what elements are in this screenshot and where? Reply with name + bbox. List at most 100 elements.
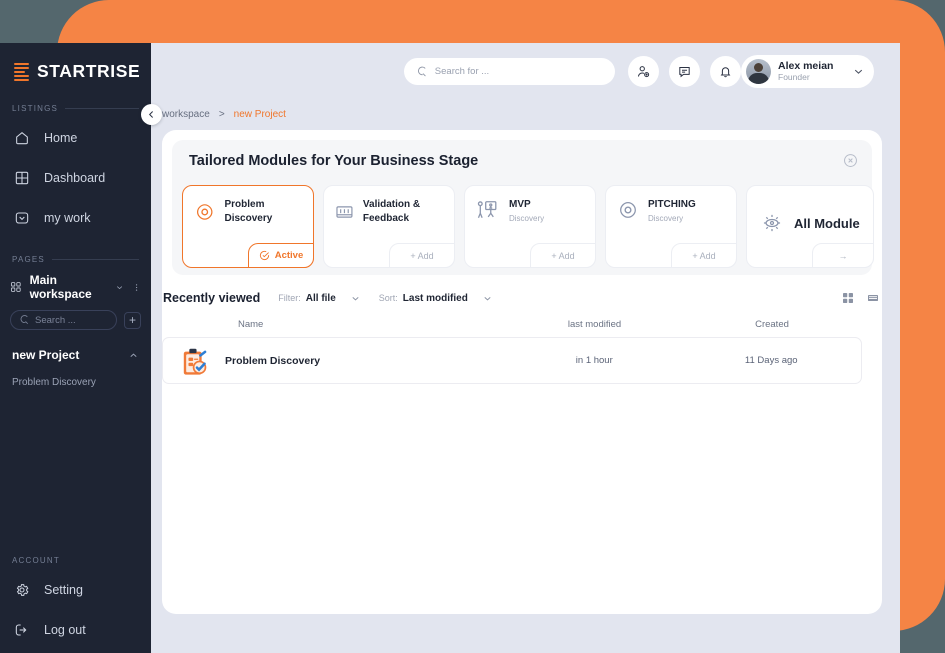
column-header-created: Created	[755, 319, 789, 330]
filter-control[interactable]: Filter: All file	[278, 293, 361, 304]
search-icon	[20, 315, 29, 325]
module-card-mvp[interactable]: MVP Discovery + Add	[464, 185, 596, 268]
module-name: MVP	[509, 199, 531, 210]
all-module-arrow-chip[interactable]: →	[812, 243, 874, 268]
sidebar-item-dashboard[interactable]: Dashboard	[0, 163, 151, 193]
global-search[interactable]	[404, 58, 615, 85]
squares-icon	[11, 282, 21, 292]
logout-icon	[15, 624, 27, 636]
module-add-chip[interactable]: + Add	[671, 243, 737, 268]
chevron-up-icon[interactable]	[128, 350, 139, 361]
topbar: Alex meian Founder	[151, 43, 900, 99]
kebab-menu-icon[interactable]	[132, 282, 141, 293]
sort-control[interactable]: Sort: Last modified	[379, 293, 493, 304]
add-user-button[interactable]	[628, 56, 659, 87]
module-head: PITCHING Discovery	[606, 186, 736, 223]
search-input[interactable]	[434, 66, 603, 77]
recently-viewed-title: Recently viewed	[163, 291, 261, 305]
chevron-down-icon[interactable]	[350, 293, 361, 304]
all-module-label: All Module	[794, 215, 860, 231]
profile-role: Founder	[778, 72, 810, 83]
sidebar-project-child-problem-discovery[interactable]: Problem Discovery	[0, 377, 151, 388]
modules-list: Problem Discovery Active Validation & Fe…	[182, 185, 874, 268]
table-row[interactable]: Problem Discovery in 1 hour 11 Days ago	[162, 337, 862, 384]
divider	[51, 259, 139, 260]
module-card-pitching[interactable]: PITCHING Discovery + Add	[605, 185, 737, 268]
sidebar-workspace-label: Main workspace	[29, 273, 92, 301]
module-head: Problem Discovery	[183, 186, 313, 225]
sidebar-item-log-out[interactable]: Log out	[0, 615, 151, 645]
module-card-problem-discovery[interactable]: Problem Discovery Active	[182, 185, 314, 268]
cell-created: 11 Days ago	[744, 355, 798, 366]
filter-value: All file	[305, 292, 336, 304]
profile-menu[interactable]: Alex meian Founder	[741, 55, 874, 88]
sidebar: STARTRISE LISTINGS Home Dashboard my wor…	[0, 43, 151, 653]
messages-button[interactable]	[669, 56, 700, 87]
module-card-validation-feedback[interactable]: Validation & Feedback + Add	[323, 185, 455, 268]
tailored-modules-panel: Tailored Modules for Your Business Stage	[172, 140, 874, 275]
sidebar-search-input[interactable]: Search ...	[10, 310, 117, 330]
module-name: PITCHING	[648, 199, 696, 210]
module-add-chip[interactable]: + Add	[389, 243, 455, 268]
add-page-button[interactable]: +	[124, 311, 141, 329]
clipboard-task-icon	[183, 348, 207, 375]
gear-icon	[16, 584, 29, 596]
view-toggles	[842, 292, 879, 304]
module-sub: Discovery	[509, 213, 545, 223]
check-circle-icon	[259, 250, 269, 261]
modules-title: Tailored Modules for Your Business Stage	[189, 153, 479, 169]
home-icon	[16, 131, 28, 145]
pages-label: PAGES	[12, 255, 45, 264]
kanban-icon	[336, 205, 353, 218]
add-user-icon	[638, 66, 650, 78]
sidebar-workspace-selector[interactable]: Main workspace	[0, 273, 151, 301]
chevron-down-icon[interactable]	[482, 293, 493, 304]
sidebar-item-home[interactable]: Home	[0, 123, 151, 153]
sun-eye-icon	[763, 214, 781, 232]
breadcrumb-current[interactable]: new Project	[234, 109, 286, 120]
module-add-chip[interactable]: + Add	[530, 243, 596, 268]
breadcrumb-workspace[interactable]: workspace	[162, 109, 210, 120]
breadcrumb: workspace > new Project	[151, 99, 900, 120]
cell-name: Problem Discovery	[163, 344, 507, 378]
sidebar-project-new-project[interactable]: new Project	[0, 344, 151, 366]
module-sub: Discovery	[648, 213, 684, 223]
module-card-all-module[interactable]: All Module →	[746, 185, 874, 268]
inbox-chevron-icon	[15, 212, 29, 224]
sidebar-section-pages: PAGES	[0, 255, 151, 264]
chevron-down-icon[interactable]	[852, 65, 865, 78]
main-content: workspace > new Project Tailored Modules…	[151, 99, 900, 653]
grid-icon	[15, 171, 29, 185]
message-icon	[679, 66, 690, 78]
app-window: STARTRISE LISTINGS Home Dashboard my wor…	[0, 43, 900, 653]
sidebar-section-listings: LISTINGS	[0, 104, 151, 113]
presentation-person-icon	[477, 201, 497, 219]
recent-files-table: Name last modified Created Problem Disco…	[162, 312, 862, 384]
table-header: Name last modified Created	[162, 312, 862, 337]
sidebar-item-home-label: Home	[44, 131, 78, 145]
sort-value: Last modified	[402, 292, 468, 304]
list-view-icon[interactable]	[867, 292, 879, 304]
close-circle-icon[interactable]	[843, 153, 858, 168]
brand-logo[interactable]: STARTRISE	[0, 43, 151, 82]
grid-view-icon[interactable]	[842, 292, 854, 304]
module-head: Validation & Feedback	[324, 186, 454, 225]
eye-leaf-icon	[620, 202, 636, 219]
module-name: Problem Discovery	[224, 199, 273, 224]
sidebar-search-row: Search ... +	[0, 310, 151, 330]
sidebar-item-log-out-label: Log out	[44, 623, 86, 637]
notifications-button[interactable]	[710, 56, 741, 87]
module-status-chip[interactable]: Active	[248, 243, 314, 268]
sidebar-section-account: ACCOUNT	[0, 556, 151, 565]
cell-last-modified: in 1 hour	[575, 355, 613, 366]
sidebar-item-my-work[interactable]: my work	[0, 203, 151, 233]
sidebar-collapse-button[interactable]	[141, 104, 162, 125]
sidebar-item-setting[interactable]: Setting	[0, 575, 151, 605]
chevron-down-icon[interactable]	[115, 282, 124, 293]
sidebar-item-my-work-label: my work	[44, 211, 91, 225]
column-header-name: Name	[238, 319, 264, 330]
bell-icon	[720, 67, 731, 78]
screen: STARTRISE LISTINGS Home Dashboard my wor…	[0, 0, 945, 653]
sidebar-project-label: new Project	[12, 348, 80, 362]
sidebar-search-placeholder: Search ...	[35, 314, 76, 326]
